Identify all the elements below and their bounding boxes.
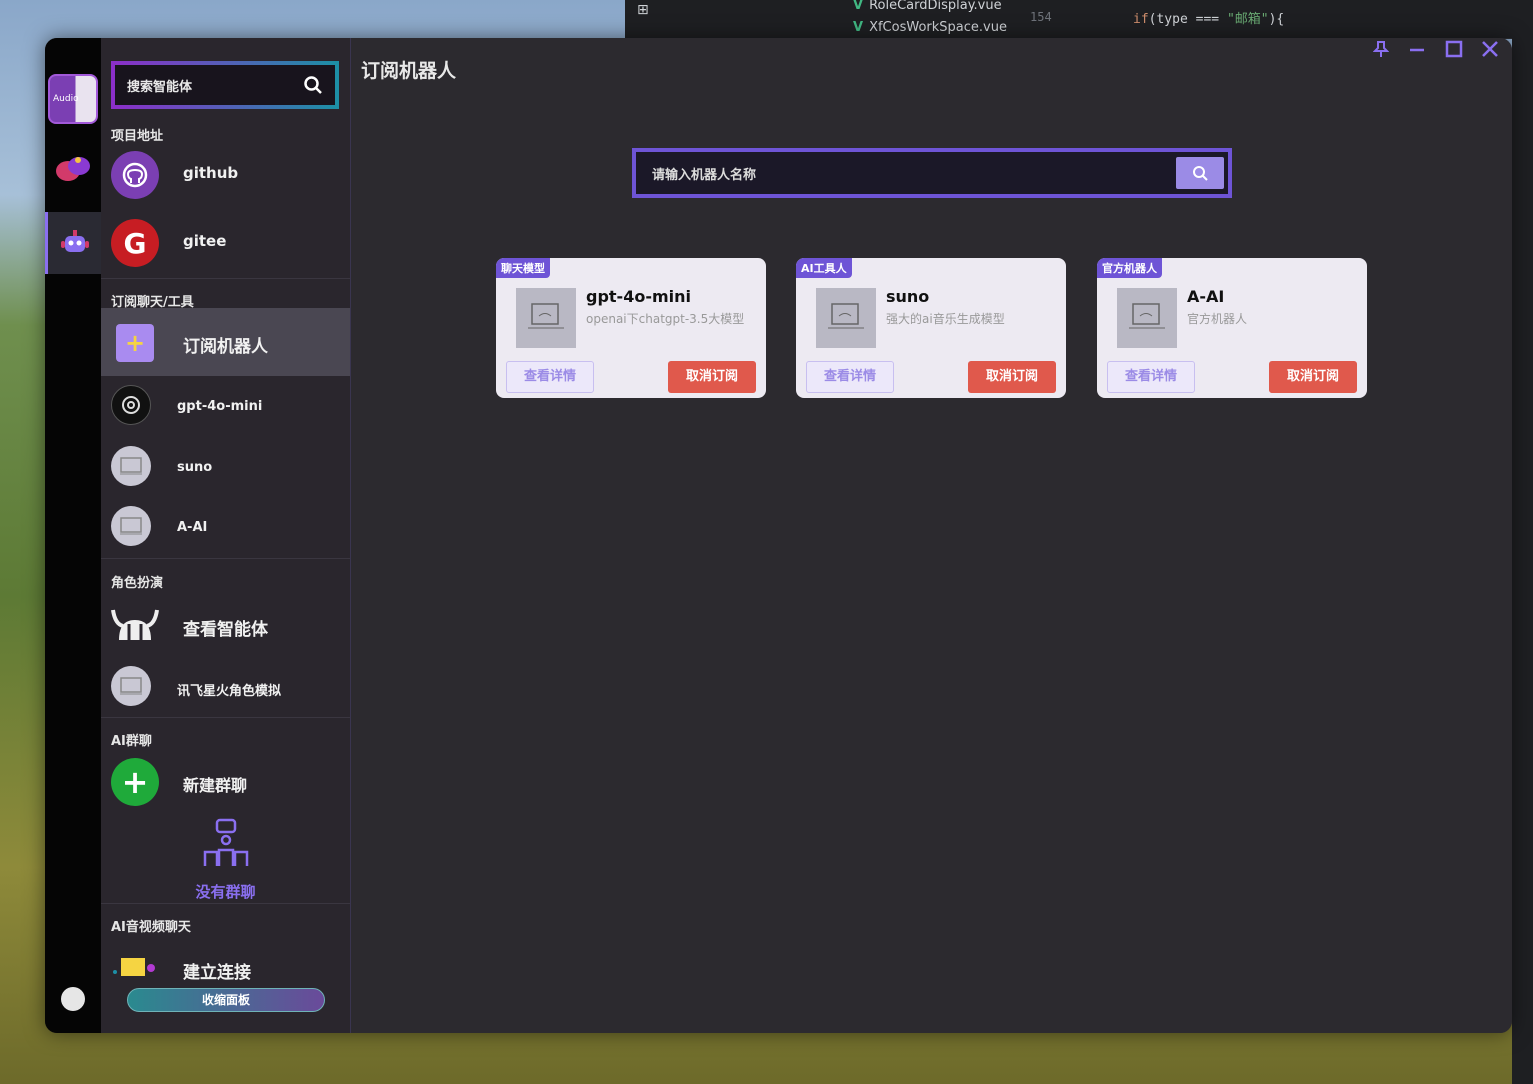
- sidebar-item-bot[interactable]: gpt-4o-mini: [101, 385, 350, 427]
- minimize-icon[interactable]: [1409, 40, 1425, 63]
- bot-search-placeholder: 请输入机器人名称: [652, 167, 757, 183]
- sidebar-item-github[interactable]: github: [101, 150, 350, 200]
- group-empty-icon: [201, 818, 251, 870]
- bot-search-button[interactable]: [1176, 157, 1224, 189]
- divider: [101, 278, 350, 279]
- view-details-button[interactable]: 查看详情: [806, 361, 894, 393]
- robot-placeholder-icon: [516, 288, 576, 348]
- no-group-label: 没有群聊: [195, 883, 256, 901]
- sidebar: 搜索智能体 项目地址 github G gitee 订阅聊天/工具 + 订阅机器…: [101, 38, 351, 1033]
- nav-rail: Audio: [45, 38, 101, 1033]
- background-editor: ⊞ V RoleCardDisplay.vue V XfCosWorkSpace.v…: [625, 0, 1533, 39]
- section-title-roleplay: 角色扮演: [111, 576, 164, 591]
- card-tag: AI工具人: [796, 258, 852, 278]
- gitee-icon: G: [111, 219, 159, 267]
- bot-label: suno: [177, 460, 213, 475]
- card-desc: 官方机器人: [1187, 312, 1248, 326]
- divider: [101, 558, 350, 559]
- divider: [101, 903, 350, 904]
- robot-placeholder-icon: [111, 666, 151, 706]
- background-editor-strip: [1512, 38, 1533, 1084]
- bot-card: AI工具人 suno 强大的ai音乐生成模型 查看详情 取消订阅: [796, 258, 1066, 398]
- card-desc: 强大的ai音乐生成模型: [886, 312, 1005, 326]
- sidebar-item-bot[interactable]: A-AI: [101, 506, 350, 548]
- code-line: if(type === "邮箱"){: [1133, 12, 1285, 27]
- view-details-button[interactable]: 查看详情: [1107, 361, 1195, 393]
- connect-sparkle-icon: [111, 954, 161, 982]
- gitee-label: gitee: [183, 232, 227, 250]
- github-icon: [111, 151, 159, 199]
- app-avatar[interactable]: Audio: [48, 74, 98, 124]
- subscribe-bot-label: 订阅机器人: [183, 337, 268, 357]
- plus-bookmark-icon: +: [116, 324, 154, 362]
- app-window: Audio 搜索智能体 项目地址 github G gitee 订阅聊天/工具 …: [45, 38, 1512, 1033]
- maximize-icon[interactable]: [1445, 40, 1463, 63]
- sidebar-item-new-group[interactable]: + 新建群聊: [101, 757, 350, 807]
- main-panel: 订阅机器人 请输入机器人名称 聊天模型 gpt-4o-mini openai下c…: [351, 38, 1512, 1033]
- connect-label: 建立连接: [183, 963, 251, 983]
- bot-card: 聊天模型 gpt-4o-mini openai下chatgpt-3.5大模型 查…: [496, 258, 766, 398]
- unsubscribe-button[interactable]: 取消订阅: [668, 361, 756, 393]
- grid-icon: ⊞: [637, 2, 649, 18]
- collapse-panel-button[interactable]: 收缩面板: [127, 988, 325, 1012]
- sidebar-item-view-agents[interactable]: 查看智能体: [101, 601, 350, 651]
- rail-robot-icon[interactable]: [45, 212, 101, 274]
- page-title: 订阅机器人: [361, 60, 457, 82]
- sidebar-item-connect[interactable]: 建立连接: [101, 950, 350, 986]
- divider: [101, 717, 350, 718]
- plus-icon: +: [111, 758, 159, 806]
- xunfei-label: 讯飞星火角色模拟: [177, 684, 282, 699]
- agent-search-input[interactable]: 搜索智能体: [111, 61, 339, 109]
- search-icon[interactable]: [303, 75, 323, 95]
- sidebar-item-xunfei[interactable]: 讯飞星火角色模拟: [101, 666, 350, 708]
- viking-helmet-icon: [109, 604, 161, 648]
- card-desc: openai下chatgpt-3.5大模型: [586, 312, 745, 326]
- line-number: 154: [1030, 10, 1052, 24]
- unsubscribe-button[interactable]: 取消订阅: [968, 361, 1056, 393]
- unsubscribe-button[interactable]: 取消订阅: [1269, 361, 1357, 393]
- pin-icon[interactable]: [1372, 40, 1390, 63]
- section-title-av: AI音视频聊天: [111, 920, 191, 935]
- new-group-label: 新建群聊: [183, 776, 248, 795]
- editor-file: V RoleCardDisplay.vue: [853, 0, 1002, 13]
- robot-placeholder-icon: [1117, 288, 1177, 348]
- user-avatar[interactable]: [61, 987, 85, 1011]
- bot-card: 官方机器人 A-AI 官方机器人 查看详情 取消订阅: [1097, 258, 1367, 398]
- sidebar-item-gitee[interactable]: G gitee: [101, 218, 350, 268]
- card-name: A-AI: [1187, 287, 1225, 306]
- github-label: github: [183, 164, 239, 182]
- search-placeholder: 搜索智能体: [127, 79, 193, 95]
- card-tag: 官方机器人: [1097, 258, 1162, 278]
- section-title-project: 项目地址: [111, 129, 164, 144]
- rail-chat-icon[interactable]: [45, 138, 101, 200]
- section-title-group: AI群聊: [111, 734, 152, 749]
- bot-search-input[interactable]: 请输入机器人名称: [632, 148, 1232, 198]
- sidebar-item-subscribe-bot[interactable]: + 订阅机器人: [101, 308, 350, 376]
- editor-file: V XfCosWorkSpace.vue: [853, 20, 1007, 35]
- robot-placeholder-icon: [816, 288, 876, 348]
- robot-placeholder-icon: [111, 446, 151, 486]
- robot-placeholder-icon: [111, 506, 151, 546]
- search-icon: [1193, 166, 1208, 181]
- card-tag: 聊天模型: [496, 258, 550, 278]
- bot-label: gpt-4o-mini: [177, 399, 263, 414]
- openai-icon: [111, 385, 151, 425]
- bot-label: A-AI: [177, 520, 208, 535]
- view-details-button[interactable]: 查看详情: [506, 361, 594, 393]
- view-agents-label: 查看智能体: [183, 620, 268, 640]
- card-name: suno: [886, 287, 930, 306]
- close-icon[interactable]: [1481, 40, 1499, 63]
- card-name: gpt-4o-mini: [586, 287, 691, 306]
- sidebar-item-bot[interactable]: suno: [101, 446, 350, 488]
